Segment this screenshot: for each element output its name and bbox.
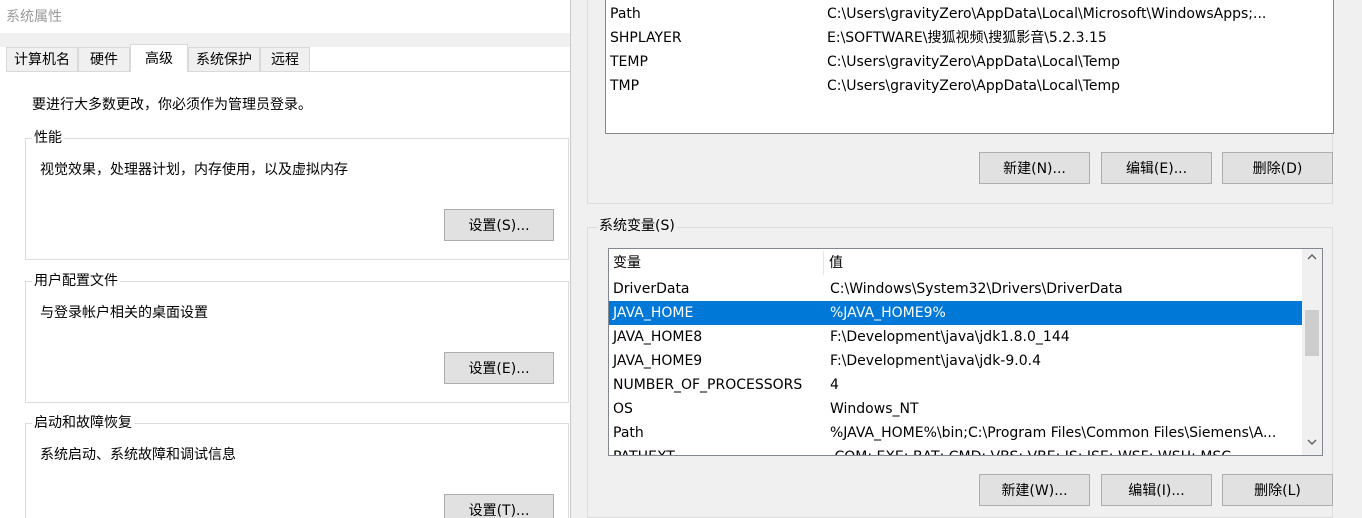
var-name: OS [613,401,633,417]
scrollbar-thumb[interactable] [1305,310,1319,356]
startup-recovery-desc: 系统启动、系统故障和调试信息 [40,447,236,463]
table-row[interactable]: NUMBER_OF_PROCESSORS 4 [609,373,1302,397]
var-name: DriverData [613,281,690,297]
var-name: SHPLAYER [610,30,682,46]
admin-notice: 要进行大多数更改，你必须作为管理员登录。 [32,97,312,113]
system-delete-button[interactable]: 删除(L) [1222,474,1333,506]
var-name: PATHEXT [613,445,675,455]
var-value: %JAVA_HOME%\bin;C:\Program Files\Common … [830,425,1277,441]
var-value: E:\SOFTWARE\搜狐视频\搜狐影音\5.2.3.15 [827,30,1107,46]
table-row[interactable]: Path %JAVA_HOME%\bin;C:\Program Files\Co… [609,421,1302,445]
window-title: 系统属性 [6,9,62,25]
var-name: TMP [610,78,640,94]
tab-hardware[interactable]: 硬件 [78,47,130,71]
startup-recovery-group: 启动和故障恢复 系统启动、系统故障和调试信息 设置(T)... [25,414,569,518]
var-value: C:\Users\gravityZero\AppData\Local\Temp [827,78,1121,94]
startup-recovery-settings-button[interactable]: 设置(T)... [444,494,554,518]
var-name: TEMP [610,54,648,70]
user-variables-list[interactable]: Path C:\Users\gravityZero\AppData\Local\… [605,0,1334,134]
column-header-variable[interactable]: 变量 [613,249,641,277]
system-new-button[interactable]: 新建(W)... [979,474,1090,506]
var-name: JAVA_HOME8 [613,329,703,345]
list-item[interactable]: Path C:\Users\gravityZero\AppData\Local\… [606,2,1333,26]
table-row[interactable]: DriverData C:\Windows\System32\Drivers\D… [609,277,1302,301]
var-name: JAVA_HOME [613,305,694,321]
system-variables-title: 系统变量(S) [597,217,677,235]
list-item[interactable]: SHPLAYER E:\SOFTWARE\搜狐视频\搜狐影音\5.2.3.15 [606,26,1333,50]
list-item[interactable]: TEMP C:\Users\gravityZero\AppData\Local\… [606,50,1333,74]
var-name: Path [613,425,644,441]
list-item[interactable]: TMP C:\Users\gravityZero\AppData\Local\T… [606,74,1333,98]
table-row[interactable]: PATHEXT .COM;.EXE;.BAT;.CMD;.VBS;.VBE;.J… [609,445,1302,455]
user-profiles-desc: 与登录帐户相关的桌面设置 [40,305,208,321]
var-value: Windows_NT [830,401,919,417]
var-name: JAVA_HOME9 [613,353,703,369]
system-variables-list[interactable]: 变量 值 DriverData C:\Windows\System32\Driv… [608,248,1323,456]
title-strip [0,33,570,47]
var-value: C:\Users\gravityZero\AppData\Local\Temp [827,54,1121,70]
user-profiles-title: 用户配置文件 [32,272,120,290]
tab-computer-name[interactable]: 计算机名 [6,47,78,71]
vertical-scrollbar[interactable] [1302,249,1322,455]
var-value: 4 [830,377,839,393]
chevron-up-icon[interactable] [1302,251,1322,268]
system-edit-button[interactable]: 编辑(I)... [1101,474,1212,506]
var-value: F:\Development\java\jdk-9.0.4 [830,353,1041,369]
tab-advanced[interactable]: 高级 [130,44,188,72]
startup-recovery-title: 启动和故障恢复 [32,414,134,432]
table-row-selected[interactable]: JAVA_HOME %JAVA_HOME9% [609,301,1310,325]
user-delete-button[interactable]: 删除(D) [1222,152,1333,184]
chevron-down-icon[interactable] [1302,436,1322,453]
performance-desc: 视觉效果，处理器计划，内存使用，以及虚拟内存 [40,162,348,178]
performance-group: 性能 视觉效果，处理器计划，内存使用，以及虚拟内存 设置(S)... [25,129,569,260]
var-name: NUMBER_OF_PROCESSORS [613,377,803,393]
table-row[interactable]: OS Windows_NT [609,397,1302,421]
system-properties-window: 系统属性 计算机名 硬件 高级 系统保护 远程 要进行大多数更改，你必须作为管理… [0,0,570,518]
column-header-value[interactable]: 值 [829,249,843,277]
var-value: C:\Users\gravityZero\AppData\Local\Micro… [827,6,1267,22]
user-profiles-settings-button[interactable]: 设置(E)... [444,352,554,384]
var-value: %JAVA_HOME9% [830,305,946,321]
table-row[interactable]: JAVA_HOME8 F:\Development\java\jdk1.8.0_… [609,325,1302,349]
tab-system-protection[interactable]: 系统保护 [188,47,260,71]
var-value: F:\Development\java\jdk1.8.0_144 [830,329,1070,345]
user-new-button[interactable]: 新建(N)... [979,152,1090,184]
user-profiles-group: 用户配置文件 与登录帐户相关的桌面设置 设置(E)... [25,272,569,403]
table-row[interactable]: JAVA_HOME9 F:\Development\java\jdk-9.0.4 [609,349,1302,373]
var-value: C:\Windows\System32\Drivers\DriverData [830,281,1123,297]
user-edit-button[interactable]: 编辑(E)... [1101,152,1212,184]
column-separator[interactable] [823,251,824,275]
var-value: .COM;.EXE;.BAT;.CMD;.VBS;.VBE;.JS;.JSE;.… [830,445,1231,455]
performance-settings-button[interactable]: 设置(S)... [444,209,554,241]
environment-variables-window: Path C:\Users\gravityZero\AppData\Local\… [571,0,1362,518]
performance-title: 性能 [32,129,64,147]
list-header: 变量 值 [609,249,1309,277]
var-name: Path [610,6,641,22]
tab-remote[interactable]: 远程 [260,47,310,71]
